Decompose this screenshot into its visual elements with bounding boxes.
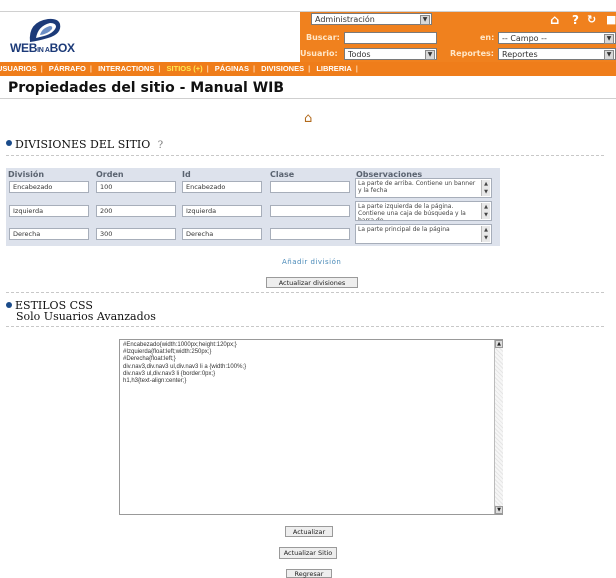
bullet-icon [6,302,12,308]
chevron-down-icon: ▼ [425,50,435,60]
chevron-down-icon: ▼ [604,34,614,44]
orden-input[interactable]: 200 [96,205,176,217]
observaciones-textarea[interactable]: La parte de arriba. Contiene un banner y… [355,178,492,198]
clase-input[interactable] [270,228,350,240]
scrollbar[interactable]: ▲ ▼ [481,203,490,219]
scroll-down-icon[interactable]: ▼ [495,506,503,514]
orden-input[interactable]: 100 [96,181,176,193]
scroll-up-icon[interactable]: ▲ [495,340,503,348]
home-icon[interactable]: ⌂ [304,111,312,126]
chevron-down-icon: ▼ [604,50,614,60]
update-site-button[interactable]: Actualizar Sitio [279,547,337,559]
help-icon[interactable]: ? [572,13,579,27]
observaciones-textarea[interactable]: La parte izquierda de la página. Contien… [355,201,492,221]
usuario-label: Usuario: [300,49,338,58]
help-icon[interactable]: ? [158,140,163,151]
add-division-link[interactable]: Añadir división [282,258,341,266]
divisiones-heading: DIVISIONES DEL SITIO ? [6,138,163,151]
col-header-division: División [8,170,45,179]
estilos-subheading: Solo Usuarios Avanzados [16,310,156,323]
col-header-orden: Orden [96,170,124,179]
scrollbar[interactable]: ▲ ▼ [481,226,490,242]
update-css-button[interactable]: Actualizar [285,526,333,537]
reportes-label: Reportes: [450,49,494,58]
refresh-icon[interactable]: ↻ [587,13,596,26]
id-input[interactable]: Encabezado [182,181,262,193]
id-input[interactable]: Derecha [182,228,262,240]
observaciones-textarea[interactable]: La parte principal de la página ▲ ▼ [355,224,492,244]
divider [6,155,604,156]
divider [6,326,604,327]
logout-icon[interactable]: ■ [606,13,616,26]
col-header-clase: Clase [270,170,295,179]
divider [6,292,604,293]
division-input[interactable]: Derecha [9,228,89,240]
nav-item-divisiones[interactable]: DIVISIONES [258,62,307,76]
admin-select[interactable]: Administración ▼ [311,13,432,25]
campo-select[interactable]: -- Campo -- ▼ [498,32,616,44]
reportes-select[interactable]: Reportes ▼ [498,48,616,60]
header: WEBIN ABOX Administración ▼ Buscar: en: -… [0,0,616,62]
css-scrollbar[interactable]: ▲ ▼ [494,340,503,514]
orden-input[interactable]: 300 [96,228,176,240]
nav-item-libreria[interactable]: LIBRERIA [313,62,354,76]
clase-input[interactable] [270,181,350,193]
nav-item-sitios[interactable]: SITIOS (+) [164,62,206,76]
division-input[interactable]: Izquierda [9,205,89,217]
search-input[interactable] [344,32,437,44]
id-input[interactable]: Izquierda [182,205,262,217]
bullet-icon [6,140,12,146]
main-nav: USUARIOS | PÁRRAFO | INTERACTIONS | SITIOS … [0,62,616,76]
clase-input[interactable] [270,205,350,217]
title-divider [0,98,616,99]
nav-item-paginas[interactable]: PÁGINAS [212,62,252,76]
back-button[interactable]: Regresar [286,569,332,578]
nav-item-usuarios[interactable]: USUARIOS [0,62,40,76]
update-divisions-button[interactable]: Actualizar divisiones [266,277,358,288]
col-header-id: Id [182,170,191,179]
buscar-label: Buscar: [306,33,340,42]
css-textarea[interactable]: #Encabezado{width:1000px;height:120px;} … [119,339,503,515]
nav-item-parrafo[interactable]: PÁRRAFO [46,62,89,76]
chevron-down-icon: ▼ [420,15,430,25]
division-input[interactable]: Encabezado [9,181,89,193]
en-label: en: [480,33,495,42]
logo-text: WEBIN ABOX [10,41,75,55]
scrollbar[interactable]: ▲ ▼ [481,180,490,196]
page-title: Propiedades del sitio - Manual WIB [8,80,285,96]
usuario-select[interactable]: Todos ▼ [344,48,437,60]
nav-item-interactions[interactable]: INTERACTIONS [95,62,157,76]
home-icon[interactable]: ⌂ [550,13,559,28]
